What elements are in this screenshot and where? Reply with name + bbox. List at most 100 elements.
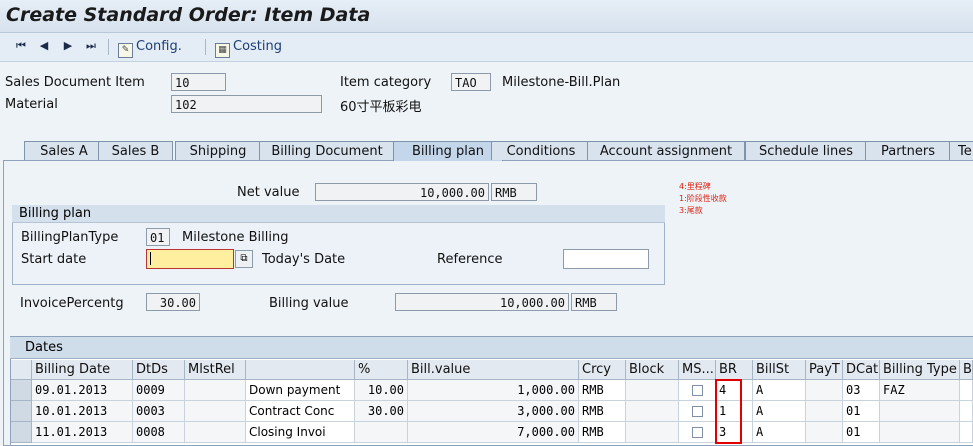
block-cell[interactable] <box>626 422 679 443</box>
last-item-icon[interactable]: ⏭ <box>84 39 98 53</box>
milestone-checkbox[interactable] <box>692 385 703 396</box>
column-header[interactable]: % <box>355 360 408 380</box>
column-header[interactable]: MS... <box>679 360 716 380</box>
item-category-desc: Milestone-Bill.Plan <box>502 75 621 90</box>
milestone-checkbox[interactable] <box>692 427 703 438</box>
next-item-icon[interactable]: ▶ <box>61 39 75 53</box>
br-highlight-box <box>715 379 742 444</box>
row-selector[interactable] <box>11 380 32 401</box>
column-header[interactable]: MlstRel <box>185 360 246 380</box>
sales-doc-item-field[interactable]: 10 <box>171 73 226 91</box>
currency-cell: RMB <box>579 401 626 422</box>
start-date-label: Start date <box>21 252 87 267</box>
billing-plan-group-header: Billing plan <box>12 205 665 223</box>
previous-item-icon[interactable]: ◀ <box>37 39 51 53</box>
percent-cell[interactable]: 30.00 <box>355 401 408 422</box>
config-button[interactable]: ✎ Config. <box>118 38 182 58</box>
column-header[interactable]: PayT <box>806 360 843 380</box>
mlstrel-cell[interactable] <box>185 401 246 422</box>
costing-label: Costing <box>233 39 283 54</box>
reference-field[interactable] <box>563 249 649 269</box>
billing-date-cell[interactable]: 10.01.2013 <box>32 401 133 422</box>
bill-value-cell[interactable]: 7,000.00 <box>408 422 579 443</box>
application-toolbar: ⏮ ◀ ▶ ⏭ ✎ Config. ▦ Costing <box>0 33 973 62</box>
column-header[interactable]: Bill.value <box>408 360 579 380</box>
config-label: Config. <box>136 39 182 54</box>
item-category-field[interactable]: TAO <box>451 73 491 91</box>
tab-account-assignment[interactable]: Account assignment <box>587 141 745 160</box>
tab-conditions[interactable]: Conditions <box>491 141 591 160</box>
invoice-percent-field: 30.00 <box>146 293 200 311</box>
column-header[interactable]: Block <box>626 360 679 380</box>
tab-shipping[interactable]: Shipping <box>175 141 261 160</box>
payt-cell[interactable] <box>806 380 843 401</box>
tab-texts[interactable]: Te <box>949 141 973 160</box>
tab-schedule-lines[interactable]: Schedule lines <box>745 141 867 160</box>
dtds-cell[interactable]: 0003 <box>133 401 185 422</box>
dcat-cell: 03 <box>843 380 880 401</box>
tab-billing-plan[interactable]: Billing plan <box>393 141 503 161</box>
billst-cell: A <box>753 380 806 401</box>
column-header[interactable]: DCat <box>843 360 880 380</box>
billing-plan-group-title: Billing plan <box>19 206 92 221</box>
column-header[interactable]: Billing Date <box>32 360 133 380</box>
dates-table-header: Dates <box>10 337 973 359</box>
percent-cell[interactable] <box>355 422 408 443</box>
first-item-icon[interactable]: ⏮ <box>14 39 28 53</box>
billing-date-cell[interactable]: 09.01.2013 <box>32 380 133 401</box>
reference-label: Reference <box>437 252 503 267</box>
column-header[interactable]: Billing Type <box>880 360 960 380</box>
billing-plan-type-desc: Milestone Billing <box>182 230 289 245</box>
tab-partners[interactable]: Partners <box>865 141 951 160</box>
toolbar-separator <box>205 39 206 55</box>
net-value-field: 10,000.00 <box>315 183 489 201</box>
billing-value-currency: RMB <box>571 293 617 311</box>
mlstrel-cell[interactable] <box>185 422 246 443</box>
sales-doc-item-label: Sales Document Item <box>5 75 145 90</box>
bill-value-cell[interactable]: 3,000.00 <box>408 401 579 422</box>
billing-type-cell[interactable] <box>880 401 960 422</box>
billing-type-cell[interactable] <box>880 422 960 443</box>
b-cell <box>960 422 973 443</box>
text-cursor <box>150 252 151 265</box>
block-cell[interactable] <box>626 380 679 401</box>
tab-sales-b[interactable]: Sales B <box>98 141 173 160</box>
payt-cell[interactable] <box>806 401 843 422</box>
material-field[interactable]: 102 <box>171 95 322 113</box>
billing-value-field: 10,000.00 <box>395 293 569 311</box>
mlstrel-cell[interactable] <box>185 380 246 401</box>
row-selector[interactable] <box>11 422 32 443</box>
column-header[interactable]: BillSt <box>753 360 806 380</box>
billing-plan-type-field: 01 <box>146 228 170 246</box>
currency-cell: RMB <box>579 422 626 443</box>
bill-value-cell[interactable]: 1,000.00 <box>408 380 579 401</box>
description-cell: Down payment <box>246 380 355 401</box>
billing-type-cell[interactable]: FAZ <box>880 380 960 401</box>
row-selector[interactable] <box>11 401 32 422</box>
copy-icon[interactable]: ⧉ <box>235 250 253 268</box>
column-header[interactable]: BR <box>716 360 753 380</box>
material-label: Material <box>5 97 58 112</box>
title-bar: Create Standard Order: Item Data <box>0 0 973 33</box>
dcat-cell: 01 <box>843 422 880 443</box>
billst-cell: A <box>753 401 806 422</box>
start-date-field[interactable] <box>146 249 234 269</box>
note-line: 1:阶段性收款 <box>679 194 727 203</box>
payt-cell[interactable] <box>806 422 843 443</box>
dtds-cell[interactable]: 0008 <box>133 422 185 443</box>
tab-sales-a[interactable]: Sales A <box>24 141 104 160</box>
block-cell[interactable] <box>626 401 679 422</box>
costing-button[interactable]: ▦ Costing <box>215 38 283 58</box>
percent-cell[interactable]: 10.00 <box>355 380 408 401</box>
column-header[interactable]: B <box>960 360 973 380</box>
column-header[interactable] <box>246 360 355 380</box>
billing-date-cell[interactable]: 11.01.2013 <box>32 422 133 443</box>
net-value-currency: RMB <box>491 183 537 201</box>
select-all-column[interactable] <box>11 360 32 380</box>
tab-billing-document[interactable]: Billing Document <box>259 141 395 160</box>
column-header[interactable]: Crcy <box>579 360 626 380</box>
column-header[interactable]: DtDs <box>133 360 185 380</box>
milestone-checkbox[interactable] <box>692 406 703 417</box>
currency-cell: RMB <box>579 380 626 401</box>
dtds-cell[interactable]: 0009 <box>133 380 185 401</box>
